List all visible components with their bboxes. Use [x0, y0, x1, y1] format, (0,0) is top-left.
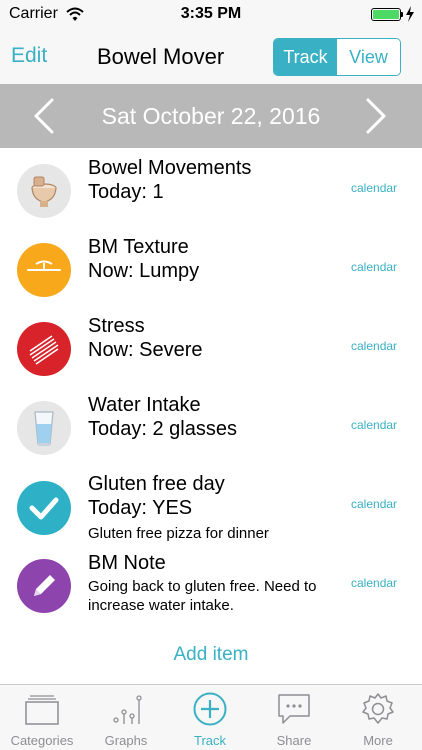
pencil-icon — [17, 559, 71, 613]
item-name: Bowel Movements — [88, 157, 252, 179]
add-item-button[interactable]: Add item — [0, 644, 422, 666]
tab-label: Share — [276, 733, 312, 748]
calendar-link[interactable]: calendar — [351, 181, 397, 195]
toilet-icon — [17, 164, 71, 218]
item-value: Now: Lumpy — [88, 260, 200, 282]
item-value: Now: Severe — [88, 339, 203, 361]
current-date: Sat October 22, 2016 — [101, 103, 321, 129]
item-name: Gluten free day — [88, 473, 225, 495]
tab-more[interactable]: More — [336, 685, 420, 750]
checkmark-icon — [17, 481, 71, 535]
tab-categories[interactable]: Categories — [0, 685, 84, 750]
water-glass-icon — [17, 401, 71, 455]
calendar-link[interactable]: calendar — [351, 497, 397, 511]
segment-track[interactable]: Track — [274, 39, 337, 75]
tab-graphs[interactable]: Graphs — [84, 685, 168, 750]
status-bar: Carrier 3:35 PM — [0, 0, 422, 30]
next-day-chevron-icon[interactable] — [364, 98, 388, 134]
categories-icon — [25, 695, 59, 725]
item-name: Water Intake — [88, 394, 201, 416]
tab-label: Track — [193, 733, 227, 748]
calendar-link[interactable]: calendar — [351, 339, 397, 353]
gear-icon — [362, 693, 394, 724]
app-title: Bowel Mover — [97, 44, 225, 69]
tab-label: Categories — [10, 733, 74, 748]
share-message-icon — [278, 694, 310, 724]
tab-share[interactable]: Share — [252, 685, 336, 750]
edit-button[interactable]: Edit — [11, 44, 47, 68]
calendar-link[interactable]: calendar — [351, 576, 397, 590]
texture-icon — [17, 243, 71, 297]
list-item-bm-note[interactable]: BM Note Going back to gluten free. Need … — [0, 543, 422, 633]
calendar-link[interactable]: calendar — [351, 260, 397, 274]
item-note: Gluten free pizza for dinner — [88, 525, 269, 542]
item-note-line: increase water intake. — [88, 597, 234, 614]
status-time: 3:35 PM — [180, 5, 242, 22]
list-item-water-intake[interactable]: Water Intake Today: 2 glasses calendar — [0, 385, 422, 464]
battery-tip — [401, 12, 403, 17]
list-item-stress[interactable]: Stress Now: Severe calendar — [0, 306, 422, 385]
date-bar: Sat October 22, 2016 — [0, 84, 422, 148]
stress-icon — [17, 322, 71, 376]
add-circle-icon — [193, 692, 227, 726]
list-item-bowel-movements[interactable]: Bowel Movements Today: 1 calendar — [0, 148, 422, 227]
item-value: Today: 2 glasses — [88, 418, 237, 440]
tab-label: More — [363, 733, 393, 748]
item-name: Stress — [88, 315, 145, 337]
list-item-bm-texture[interactable]: BM Texture Now: Lumpy calendar — [0, 227, 422, 306]
track-view-segmented-control: Track View — [273, 38, 401, 76]
navigation-bar: Edit Bowel Mover Track View — [0, 30, 422, 84]
segment-view[interactable]: View — [337, 39, 400, 75]
item-name: BM Note — [88, 552, 166, 574]
list-item-gluten-free-day[interactable]: Gluten free day Today: YES Gluten free p… — [0, 464, 422, 550]
tab-bar: Categories Graphs Track Share More — [0, 684, 422, 750]
graphs-icon — [113, 695, 142, 724]
tab-track[interactable]: Track — [168, 685, 252, 750]
calendar-link[interactable]: calendar — [351, 418, 397, 432]
item-value: Today: 1 — [88, 181, 164, 203]
item-note: Going back to gluten free. Need to incre… — [88, 577, 358, 615]
item-note-line: Going back to gluten free. Need to — [88, 578, 317, 595]
battery-icon — [371, 8, 401, 21]
tab-label: Graphs — [104, 733, 148, 748]
item-value: Today: YES — [88, 497, 193, 519]
item-name: BM Texture — [88, 236, 189, 258]
charging-bolt-icon — [406, 6, 414, 22]
